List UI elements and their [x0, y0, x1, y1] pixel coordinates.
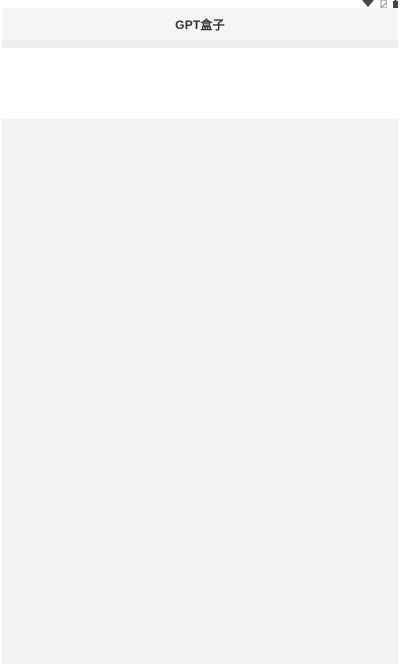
status-icons	[362, 0, 398, 8]
battery-icon	[393, 0, 398, 8]
nav-divider	[2, 40, 398, 48]
nav-bar: GPT盒子	[2, 8, 398, 40]
status-bar	[0, 0, 400, 8]
content-card	[2, 48, 398, 119]
app-screen: GPT盒子	[0, 0, 400, 666]
page-title: GPT盒子	[175, 18, 225, 32]
app-frame: GPT盒子	[2, 8, 398, 664]
wifi-icon	[362, 0, 374, 8]
sim-icon	[380, 0, 387, 8]
content-area	[2, 119, 398, 664]
